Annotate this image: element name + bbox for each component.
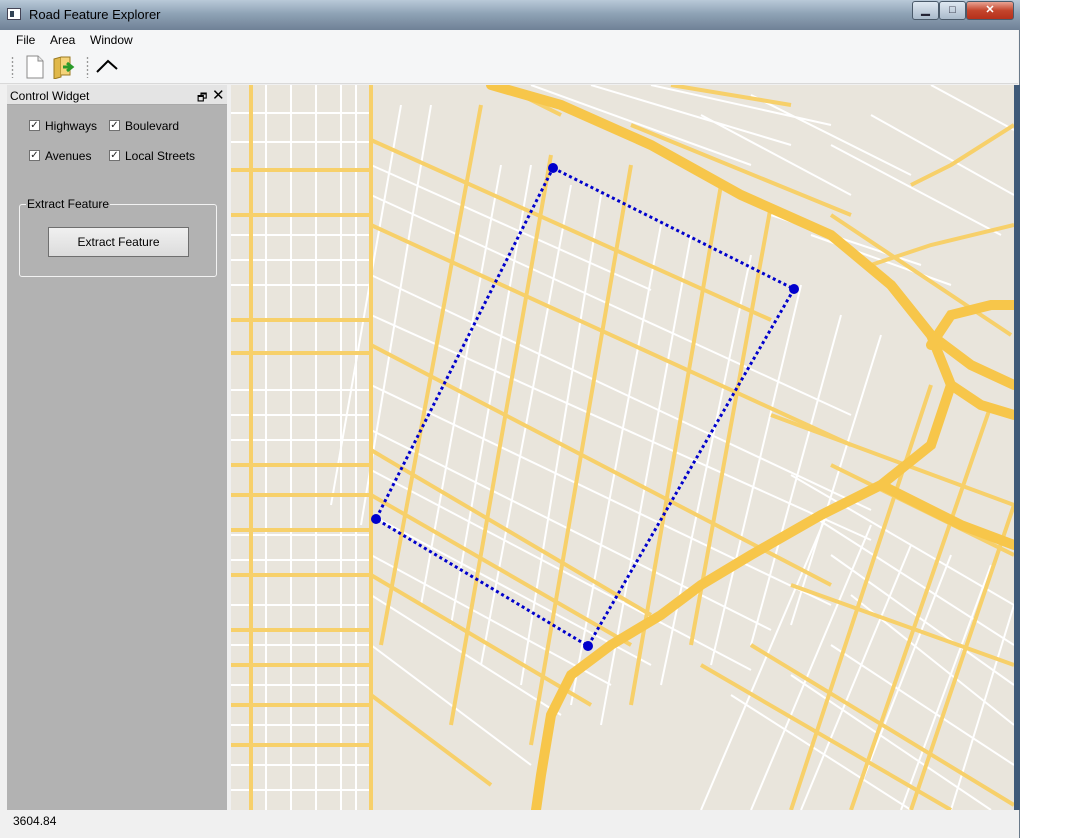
toolbar-separator <box>86 56 89 78</box>
menu-bar: File Area Window <box>0 30 1018 50</box>
extract-feature-group: Extract Feature Extract Feature <box>19 197 217 277</box>
new-file-icon[interactable] <box>23 55 47 79</box>
local-streets-label: Local Streets <box>125 149 196 163</box>
window-title: Road Feature Explorer <box>29 7 161 22</box>
highways-label: Highways <box>45 119 98 133</box>
app-icon <box>7 8 21 20</box>
road-map[interactable] <box>231 85 1014 810</box>
boulevard-label: Boulevard <box>125 119 180 133</box>
draw-polyline-icon[interactable] <box>95 55 119 79</box>
map-view[interactable] <box>231 85 1014 810</box>
dock-title-bar[interactable]: Control Widget 🗗 ✕ <box>7 85 227 105</box>
minimize-button[interactable]: ▁ <box>912 1 939 20</box>
checkbox-box[interactable]: ✓ <box>109 150 120 161</box>
vertex-handle[interactable] <box>548 163 558 173</box>
main-window: Road Feature Explorer ▁ □ ✕ File Area Wi… <box>0 0 1020 838</box>
map-background <box>231 85 1014 810</box>
vertex-handle[interactable] <box>371 514 381 524</box>
checkbox-box[interactable]: ✓ <box>109 120 120 131</box>
menu-file[interactable]: File <box>16 33 35 47</box>
close-icon[interactable]: ✕ <box>212 86 225 104</box>
control-widget-dock: Control Widget 🗗 ✕ ✓ Highways ✓ Boulevar… <box>7 85 227 810</box>
close-button[interactable]: ✕ <box>966 1 1014 20</box>
vertex-handle[interactable] <box>789 284 799 294</box>
checkbox-box[interactable]: ✓ <box>29 120 40 131</box>
dock-title: Control Widget <box>10 89 90 103</box>
open-folder-icon[interactable] <box>52 55 76 80</box>
window-edge <box>1014 85 1020 810</box>
status-value: 3604.84 <box>13 814 57 828</box>
menu-area[interactable]: Area <box>50 33 75 47</box>
vertex-handle[interactable] <box>583 641 593 651</box>
status-bar: 3604.84 <box>0 810 1018 838</box>
menu-window[interactable]: Window <box>90 33 133 47</box>
maximize-button[interactable]: □ <box>939 1 966 20</box>
group-title: Extract Feature <box>26 197 111 211</box>
float-icon[interactable]: 🗗 <box>197 89 207 108</box>
title-bar[interactable]: Road Feature Explorer ▁ □ ✕ <box>0 0 1020 30</box>
extract-feature-button[interactable]: Extract Feature <box>48 227 189 257</box>
toolbar <box>0 50 1018 84</box>
avenues-label: Avenues <box>45 149 92 163</box>
toolbar-grip[interactable] <box>11 56 14 78</box>
checkbox-box[interactable]: ✓ <box>29 150 40 161</box>
